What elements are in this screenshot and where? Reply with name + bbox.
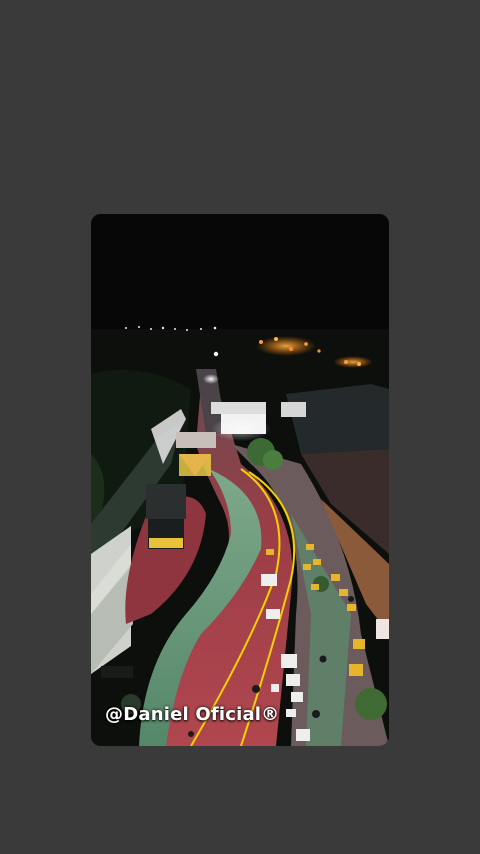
street-scene-image xyxy=(91,214,389,746)
aerial-night-photo[interactable]: @Daniel Oficial® xyxy=(91,214,389,746)
story-screen: @Daniel Oficial® xyxy=(0,0,480,854)
watermark-text: @Daniel Oficial® xyxy=(105,704,280,725)
